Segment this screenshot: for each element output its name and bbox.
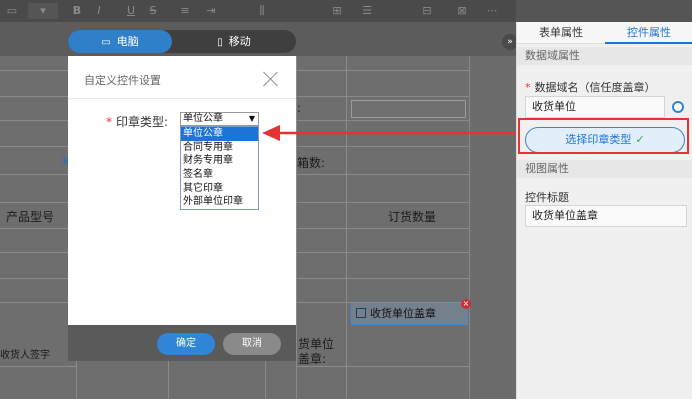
- col-product-model: 产品型号: [6, 210, 55, 224]
- receiver-seal-label: 货单位 盖章:: [298, 337, 335, 366]
- properties-panel: 表单属性 控件属性 数据域属性 * 数据域名（信任度盖章） 收货单位 选择印章类型…: [516, 22, 692, 399]
- option-item[interactable]: 签名章: [181, 168, 258, 182]
- mobile-icon: ▯: [217, 37, 223, 48]
- option-item[interactable]: 外部单位印章: [181, 195, 258, 209]
- option-item[interactable]: 单位公章: [181, 127, 258, 141]
- monitor-icon: ▭: [101, 37, 111, 48]
- divider: [68, 98, 296, 99]
- close-icon[interactable]: [262, 70, 280, 88]
- seal-type-label: * 印章类型:: [106, 113, 168, 130]
- seal-type-selected: 单位公章: [183, 113, 223, 124]
- tab-mobile[interactable]: ▯ 移动: [172, 30, 296, 53]
- tab-control-properties[interactable]: 控件属性: [605, 22, 692, 44]
- control-title-label: 控件标题: [525, 191, 569, 204]
- data-field-label: * 数据域名（信任度盖章）: [525, 79, 656, 95]
- device-toggle: ▭ 电脑 ▯ 移动: [68, 30, 296, 53]
- underline-icon[interactable]: U: [124, 3, 138, 19]
- dialog-title: 自定义控件设置: [84, 74, 161, 87]
- more-icon[interactable]: ⋯: [485, 3, 499, 19]
- edit-icon: [356, 308, 366, 318]
- col-order-qty: 订货数量: [388, 210, 437, 224]
- data-field-label-text: 数据域名（信任度盖章）: [534, 81, 656, 94]
- seal-type-select[interactable]: 单位公章 ▼: [180, 112, 259, 126]
- ok-button[interactable]: 确定: [157, 333, 215, 355]
- tab-mobile-label: 移动: [228, 35, 251, 48]
- italic-icon[interactable]: I: [92, 3, 106, 19]
- tab-desktop-label: 电脑: [116, 35, 139, 48]
- form-input[interactable]: [351, 100, 466, 118]
- toolbar-icon[interactable]: ▭: [2, 3, 22, 19]
- merge-icon[interactable]: ⊟: [420, 3, 434, 19]
- panel-tabs: 表单属性 控件属性: [517, 22, 692, 44]
- colon-text: :: [297, 101, 302, 115]
- align-icon[interactable]: ≡: [178, 3, 192, 19]
- grid-line: [168, 356, 169, 399]
- grid-line: [346, 56, 347, 399]
- toolbar-dropdown[interactable]: ▾: [28, 3, 58, 19]
- dialog-footer: 确定 取消: [68, 325, 296, 361]
- seal-type-options: 单位公章 合同专用章 财务专用章 签名章 其它印章 外部单位印章: [180, 126, 259, 211]
- option-item[interactable]: 其它印章: [181, 182, 258, 196]
- chevron-down-icon: ▼: [248, 114, 255, 123]
- seal-type-label-text: 印章类型:: [116, 115, 169, 129]
- required-mark: *: [106, 115, 112, 129]
- tab-form-properties[interactable]: 表单属性: [517, 22, 605, 44]
- select-target-icon[interactable]: [672, 101, 684, 113]
- highlight-box: [518, 118, 689, 154]
- row-icon[interactable]: ☰: [360, 3, 374, 19]
- section-view-properties: 视图属性: [517, 160, 692, 178]
- grid-line: [265, 356, 266, 399]
- split-icon[interactable]: ⊠: [455, 3, 469, 19]
- option-item[interactable]: 财务专用章: [181, 154, 258, 168]
- strikethrough-icon[interactable]: S: [146, 3, 160, 19]
- data-field-input[interactable]: 收货单位: [525, 96, 665, 118]
- control-title-input[interactable]: 收货单位盖章: [525, 205, 687, 227]
- editor-toolbar: ▭ ▾ B I U S ≡ ⇥ ⫼ ⊞ ☰ ⊟ ⊠ ⋯: [0, 0, 516, 22]
- annotation-arrow: [262, 125, 520, 141]
- grid-line: [0, 366, 76, 367]
- column-icon[interactable]: ⫼: [255, 3, 269, 19]
- cancel-button[interactable]: 取消: [223, 333, 281, 355]
- section-data-properties: 数据域属性: [517, 47, 692, 65]
- signature-label: 收货人签字: [0, 350, 50, 361]
- custom-control-dialog: 自定义控件设置 * 印章类型: 单位公章 ▼ 单位公章 合同专用章 财务专用章 签…: [68, 56, 296, 361]
- bold-icon[interactable]: B: [70, 3, 84, 19]
- table-icon[interactable]: ⊞: [330, 3, 344, 19]
- tab-desktop[interactable]: ▭ 电脑: [68, 30, 172, 53]
- seal-control-label: 收货单位盖章: [370, 307, 436, 320]
- seal-control[interactable]: 收货单位盖章 ×: [351, 299, 471, 325]
- required-mark: *: [525, 81, 531, 94]
- indent-icon[interactable]: ⇥: [204, 3, 218, 19]
- option-item[interactable]: 合同专用章: [181, 141, 258, 155]
- count-label: 箱数:: [297, 156, 326, 170]
- remove-icon[interactable]: ×: [461, 299, 471, 309]
